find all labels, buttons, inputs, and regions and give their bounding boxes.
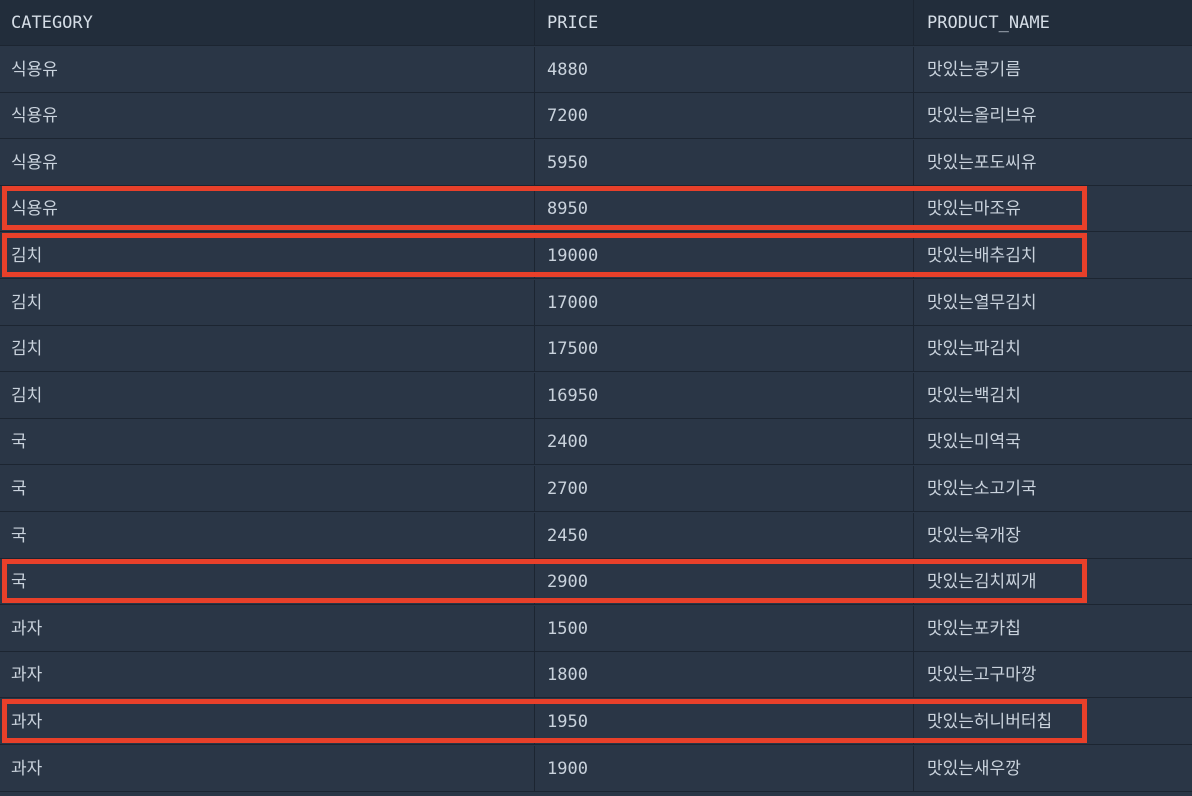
cell-price[interactable]: 4880 — [535, 47, 914, 93]
cell-price[interactable]: 17000 — [535, 280, 914, 326]
cell-category[interactable]: 과자 — [0, 746, 535, 792]
table-row[interactable]: 국 2700 맛있는소고기국 — [0, 466, 1192, 512]
cell-price[interactable]: 19000 — [535, 233, 914, 279]
table-row[interactable]: 국 2400 맛있는미역국 — [0, 419, 1192, 465]
table-row[interactable]: 식용유 4880 맛있는콩기름 — [0, 47, 1192, 93]
cell-price[interactable]: 2900 — [535, 559, 914, 605]
cell-category[interactable]: 과자 — [0, 606, 535, 652]
cell-price[interactable]: 5950 — [535, 140, 914, 186]
table-row[interactable]: 과자 1900 맛있는새우깡 — [0, 746, 1192, 792]
table-row[interactable]: 식용유 8950 맛있는마조유 — [0, 186, 1192, 232]
table-row[interactable]: 식용유 7200 맛있는올리브유 — [0, 93, 1192, 139]
cell-category[interactable]: 김치 — [0, 326, 535, 372]
table-row[interactable]: 과자 1800 맛있는고구마깡 — [0, 652, 1192, 698]
cell-product-name[interactable]: 맛있는파김치 — [914, 326, 1192, 372]
cell-price[interactable]: 17500 — [535, 326, 914, 372]
cell-category[interactable]: 과자 — [0, 699, 535, 745]
cell-category[interactable]: 국 — [0, 466, 535, 512]
cell-category[interactable]: 식용유 — [0, 47, 535, 93]
cell-category[interactable]: 식용유 — [0, 93, 535, 139]
table-row[interactable]: 식용유 5950 맛있는포도씨유 — [0, 140, 1192, 186]
cell-product-name[interactable]: 맛있는올리브유 — [914, 93, 1192, 139]
cell-category[interactable]: 국 — [0, 419, 535, 465]
table-header-row: CATEGORY PRICE PRODUCT_NAME — [0, 0, 1192, 46]
cell-price[interactable]: 2700 — [535, 466, 914, 512]
cell-product-name[interactable]: 맛있는고구마깡 — [914, 652, 1192, 698]
cell-price[interactable]: 8950 — [535, 186, 914, 232]
table-row[interactable]: 국 2900 맛있는김치찌개 — [0, 559, 1192, 605]
cell-product-name[interactable]: 맛있는배추김치 — [914, 233, 1192, 279]
cell-product-name[interactable]: 맛있는콩기름 — [914, 47, 1192, 93]
table-row[interactable]: 김치 19000 맛있는배추김치 — [0, 233, 1192, 279]
table-row[interactable]: 김치 17000 맛있는열무김치 — [0, 280, 1192, 326]
cell-price[interactable]: 2400 — [535, 419, 914, 465]
cell-price[interactable]: 1950 — [535, 699, 914, 745]
table-row[interactable]: 과자 1500 맛있는포카칩 — [0, 606, 1192, 652]
column-header-price[interactable]: PRICE — [535, 0, 914, 46]
cell-product-name[interactable]: 맛있는미역국 — [914, 419, 1192, 465]
cell-product-name[interactable]: 맛있는김치찌개 — [914, 559, 1192, 605]
column-header-category[interactable]: CATEGORY — [0, 0, 535, 46]
cell-price[interactable]: 1900 — [535, 746, 914, 792]
cell-category[interactable]: 김치 — [0, 233, 535, 279]
table-row[interactable]: 김치 16950 맛있는백김치 — [0, 373, 1192, 419]
cell-product-name[interactable]: 맛있는백김치 — [914, 373, 1192, 419]
cell-product-name[interactable]: 맛있는소고기국 — [914, 466, 1192, 512]
table-row[interactable]: 과자 1950 맛있는허니버터칩 — [0, 699, 1192, 745]
cell-category[interactable]: 김치 — [0, 373, 535, 419]
cell-price[interactable]: 2450 — [535, 513, 914, 559]
cell-category[interactable]: 김치 — [0, 280, 535, 326]
result-table: CATEGORY PRICE PRODUCT_NAME 식용유 4880 맛있는콩기… — [0, 0, 1192, 796]
cell-category[interactable]: 식용유 — [0, 140, 535, 186]
cell-price[interactable]: 1500 — [535, 606, 914, 652]
cell-product-name[interactable]: 맛있는새우깡 — [914, 746, 1192, 792]
cell-product-name[interactable]: 맛있는열무김치 — [914, 280, 1192, 326]
cell-price[interactable]: 1800 — [535, 652, 914, 698]
column-header-product-name[interactable]: PRODUCT_NAME — [914, 0, 1192, 46]
table-row[interactable]: 김치 17500 맛있는파김치 — [0, 326, 1192, 372]
cell-price[interactable]: 7200 — [535, 93, 914, 139]
cell-category[interactable]: 식용유 — [0, 186, 535, 232]
cell-product-name[interactable]: 맛있는포도씨유 — [914, 140, 1192, 186]
cell-price[interactable]: 16950 — [535, 373, 914, 419]
cell-product-name[interactable]: 맛있는포카칩 — [914, 606, 1192, 652]
cell-category[interactable]: 국 — [0, 559, 535, 605]
cell-product-name[interactable]: 맛있는육개장 — [914, 513, 1192, 559]
cell-product-name[interactable]: 맛있는허니버터칩 — [914, 699, 1192, 745]
cell-category[interactable]: 국 — [0, 513, 535, 559]
cell-product-name[interactable]: 맛있는마조유 — [914, 186, 1192, 232]
cell-category[interactable]: 과자 — [0, 652, 535, 698]
table-row[interactable]: 국 2450 맛있는육개장 — [0, 513, 1192, 559]
